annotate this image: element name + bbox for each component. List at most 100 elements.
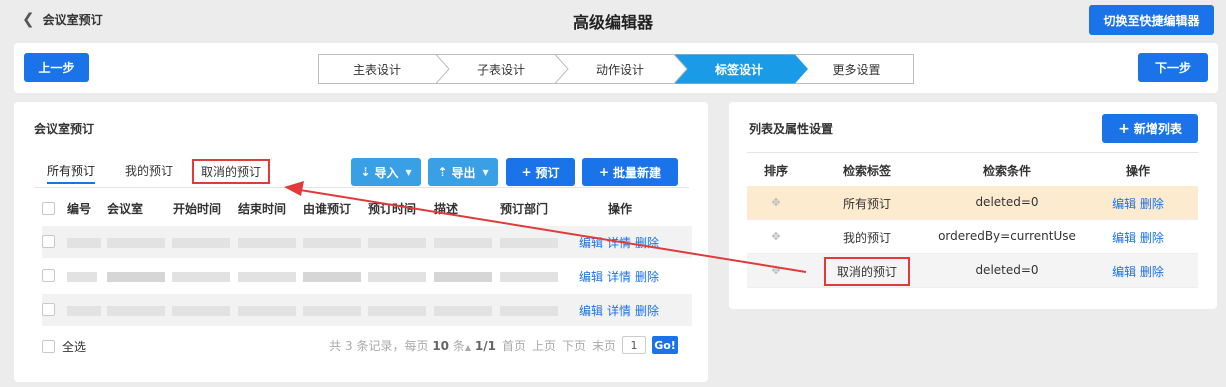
list-delete-link[interactable]: 删除 bbox=[1140, 197, 1164, 211]
col-start: 开始时间 bbox=[173, 202, 222, 216]
col-room: 会议室 bbox=[107, 202, 144, 216]
page-input[interactable]: 1 bbox=[622, 336, 646, 354]
step-more[interactable]: 更多设置 bbox=[799, 54, 914, 84]
row-checkbox[interactable] bbox=[42, 235, 55, 248]
back-link[interactable]: ❮ 会议室预订 bbox=[22, 10, 103, 28]
prev-page-link[interactable]: 上页 bbox=[532, 337, 556, 354]
step-tag[interactable]: 标签设计 bbox=[680, 54, 798, 84]
plus-icon: + bbox=[1118, 120, 1130, 137]
table-row: 编辑 详情 删除 bbox=[42, 226, 692, 258]
pager-summary: 共 3 条记录，每页 10 条▲ 1/1 bbox=[329, 338, 496, 353]
switch-editor-button[interactable]: 切换至快捷编辑器 bbox=[1089, 5, 1214, 35]
plus-icon: + bbox=[598, 165, 610, 179]
row-actions: 编辑 详情 删除 bbox=[579, 268, 659, 285]
list-row-label: 取消的预订 bbox=[823, 257, 910, 286]
select-all-checkbox[interactable] bbox=[42, 340, 55, 353]
row-edit-link[interactable]: 编辑 bbox=[579, 268, 603, 285]
next-page-link[interactable]: 下页 bbox=[562, 337, 586, 354]
drag-handle-icon[interactable]: ✥ bbox=[747, 196, 805, 209]
col-id: 编号 bbox=[67, 202, 92, 216]
first-page-link[interactable]: 首页 bbox=[502, 337, 526, 354]
col-end: 结束时间 bbox=[238, 202, 287, 216]
tab-all[interactable]: 所有预订 bbox=[47, 162, 96, 184]
export-label: 导出 bbox=[451, 165, 476, 180]
import-button[interactable]: ⇣ 导入 ▼ bbox=[351, 158, 421, 186]
col-ops: 操作 bbox=[608, 202, 633, 216]
row-actions: 编辑 详情 删除 bbox=[579, 302, 659, 319]
row-delete-link[interactable]: 删除 bbox=[635, 234, 659, 251]
list-table-header: 排序 检索标签 检索条件 操作 bbox=[747, 152, 1198, 185]
export-button[interactable]: ⇡ 导出 ▼ bbox=[428, 158, 498, 186]
list-row-label: 所有预订 bbox=[842, 197, 891, 211]
row-actions: 编辑 详情 删除 bbox=[579, 234, 659, 251]
chevron-left-icon: ❮ bbox=[22, 10, 35, 28]
list-row-actions: 编辑 删除 bbox=[1087, 195, 1189, 212]
row-edit-link[interactable]: 编辑 bbox=[579, 234, 603, 251]
table-row: 编辑 详情 删除 bbox=[42, 294, 692, 326]
back-label: 会议室预订 bbox=[42, 12, 103, 27]
page-info: 1/1 bbox=[474, 338, 496, 353]
tab-mine[interactable]: 我的预订 bbox=[125, 162, 173, 179]
select-all-header-checkbox[interactable] bbox=[42, 202, 55, 215]
caret-down-icon: ▼ bbox=[405, 167, 412, 177]
add-list-button[interactable]: + 新增列表 bbox=[1102, 114, 1198, 143]
list-delete-link[interactable]: 删除 bbox=[1140, 265, 1164, 279]
prev-step-button[interactable]: 上一步 bbox=[24, 53, 89, 82]
row-detail-link[interactable]: 详情 bbox=[607, 234, 631, 251]
list-row: ✥ 取消的预订 deleted=0 编辑 删除 bbox=[747, 254, 1198, 288]
list-row-actions: 编辑 删除 bbox=[1087, 229, 1189, 246]
import-icon: ⇣ bbox=[360, 165, 371, 179]
next-step-button[interactable]: 下一步 bbox=[1138, 53, 1208, 82]
row-delete-link[interactable]: 删除 bbox=[635, 268, 659, 285]
row-delete-link[interactable]: 删除 bbox=[635, 302, 659, 319]
row-edit-link[interactable]: 编辑 bbox=[579, 302, 603, 319]
col-dept: 预订部门 bbox=[500, 202, 549, 216]
list-row: ✥ 我的预订 orderedBy=currentUse 编辑 删除 bbox=[747, 220, 1198, 254]
row-checkbox[interactable] bbox=[42, 303, 55, 316]
col-tag: 检索标签 bbox=[842, 164, 891, 178]
list-row: ✥ 所有预订 deleted=0 编辑 删除 bbox=[747, 186, 1198, 220]
list-edit-link[interactable]: 编辑 bbox=[1112, 197, 1136, 211]
list-row-condition: deleted=0 bbox=[975, 195, 1039, 209]
row-detail-link[interactable]: 详情 bbox=[607, 268, 631, 285]
go-button[interactable]: Go! bbox=[652, 336, 678, 354]
preview-title: 会议室预订 bbox=[34, 122, 95, 136]
per-page-value[interactable]: 10 bbox=[432, 339, 449, 353]
step-action[interactable]: 动作设计 bbox=[561, 54, 679, 84]
list-delete-link[interactable]: 删除 bbox=[1140, 231, 1164, 245]
col-desc: 描述 bbox=[434, 202, 459, 216]
plus-icon: + bbox=[521, 165, 532, 179]
table-header: 编号 会议室 开始时间 结束时间 由谁预订 预订时间 描述 预订部门 操作 bbox=[42, 194, 692, 222]
book-button[interactable]: + 预订 bbox=[506, 158, 575, 186]
list-edit-link[interactable]: 编辑 bbox=[1112, 231, 1136, 245]
row-checkbox[interactable] bbox=[42, 269, 55, 282]
row-detail-link[interactable]: 详情 bbox=[607, 302, 631, 319]
batch-create-button[interactable]: + 批量新建 bbox=[582, 158, 678, 186]
add-list-label: 新增列表 bbox=[1133, 122, 1182, 136]
col-order: 排序 bbox=[763, 164, 788, 178]
step-main-table[interactable]: 主表设计 bbox=[318, 54, 436, 84]
caret-up-icon: ▲ bbox=[464, 342, 472, 352]
list-settings-panel: 列表及属性设置 + 新增列表 排序 检索标签 检索条件 操作 ✥ 所有预订 de… bbox=[729, 102, 1217, 309]
pagination: 共 3 条记录，每页 10 条▲ 1/1 首页 上页 下页 末页 1 Go! bbox=[329, 336, 678, 354]
drag-handle-icon[interactable]: ✥ bbox=[747, 230, 805, 243]
col-booker: 由谁预订 bbox=[303, 202, 352, 216]
page-title: 高级编辑器 bbox=[572, 13, 653, 32]
tab-cancelled[interactable]: 取消的预订 bbox=[192, 159, 271, 184]
book-label: 预订 bbox=[535, 165, 560, 180]
list-row-condition: orderedBy=currentUse bbox=[938, 229, 1076, 243]
drag-handle-icon[interactable]: ✥ bbox=[747, 264, 805, 277]
list-row-label-cell: 取消的预订 bbox=[817, 257, 917, 286]
list-row-actions: 编辑 删除 bbox=[1087, 263, 1189, 280]
preview-panel: 会议室预订 所有预订 我的预订 取消的预订 ⇣ 导入 ▼ ⇡ 导出 ▼ + 预订… bbox=[14, 102, 708, 382]
col-book-time: 预订时间 bbox=[368, 202, 417, 216]
table-footer: 全选 共 3 条记录，每页 10 条▲ 1/1 首页 上页 下页 末页 1 Go… bbox=[42, 334, 692, 358]
list-edit-link[interactable]: 编辑 bbox=[1112, 265, 1136, 279]
select-all-label: 全选 bbox=[62, 340, 87, 354]
batch-label: 批量新建 bbox=[613, 165, 662, 180]
import-label: 导入 bbox=[374, 165, 399, 180]
step-wizard: 主表设计 子表设计 动作设计 标签设计 更多设置 bbox=[318, 54, 914, 84]
step-sub-table[interactable]: 子表设计 bbox=[442, 54, 560, 84]
col-ops: 操作 bbox=[1125, 164, 1150, 178]
last-page-link[interactable]: 末页 bbox=[592, 337, 616, 354]
